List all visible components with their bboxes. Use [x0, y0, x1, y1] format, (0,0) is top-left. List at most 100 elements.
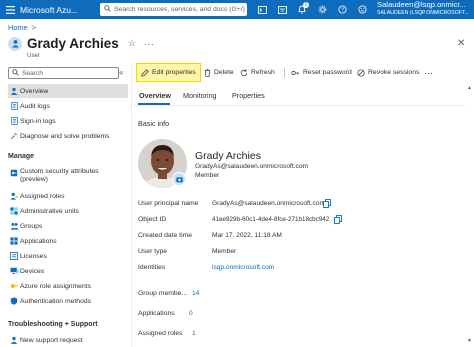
- pin-icon[interactable]: ☆: [128, 38, 136, 49]
- support-person-icon: [8, 335, 20, 345]
- shield-icon: [8, 296, 20, 306]
- breadcrumb-separator: >: [31, 23, 37, 32]
- global-search-input[interactable]: Search resources, services, and docs (G+…: [100, 3, 247, 16]
- toolbar-separator: [284, 68, 285, 78]
- nav-item-label: Audit logs: [20, 102, 50, 110]
- nav-item-groups[interactable]: Groups: [8, 219, 128, 233]
- tab-overview[interactable]: Overview: [139, 91, 171, 100]
- nav-item-custom-security-attributes[interactable]: Custom security attributes (preview): [8, 166, 128, 186]
- nav-item-applications[interactable]: Applications: [8, 234, 128, 248]
- top-bar: Microsoft Azu... Search resources, servi…: [0, 0, 474, 19]
- user-icon: [8, 36, 22, 51]
- breadcrumb: Home >: [8, 23, 36, 32]
- nav-item-licenses[interactable]: Licenses: [8, 249, 128, 263]
- audit-log-icon: [8, 101, 20, 111]
- settings-gear-icon[interactable]: [312, 0, 332, 19]
- feedback-icon[interactable]: [352, 0, 372, 19]
- license-icon: [8, 251, 20, 261]
- more-commands-icon[interactable]: ···: [424, 64, 433, 81]
- tab-properties[interactable]: Properties: [232, 91, 265, 100]
- nav-item-administrative-units[interactable]: Administrative units: [8, 204, 128, 218]
- change-photo-icon[interactable]: [172, 172, 186, 186]
- nav-section-troubleshooting: Troubleshooting + Support: [8, 321, 98, 328]
- close-icon[interactable]: ✕: [457, 38, 465, 49]
- scroll-down-icon[interactable]: ▼: [467, 338, 472, 344]
- notification-count-badge: 1: [303, 2, 309, 8]
- tab-monitoring[interactable]: Monitoring: [183, 91, 217, 100]
- nav-item-label: Azure role assignments: [20, 282, 92, 290]
- nav-item-label: Overview: [20, 87, 49, 95]
- group-memberships-label: Group membe...: [138, 290, 188, 297]
- breadcrumb-home-link[interactable]: Home: [8, 23, 28, 32]
- identities-link[interactable]: lsqp.onmicrosoft.com: [212, 264, 274, 271]
- groups-icon: [8, 221, 20, 231]
- reset-password-button[interactable]: Reset password: [291, 64, 352, 81]
- nav-item-label: Devices: [20, 267, 45, 275]
- user-type-value: Member: [212, 248, 237, 255]
- help-icon[interactable]: ?: [332, 0, 352, 19]
- nav-item-label: Administrative units: [20, 207, 79, 215]
- key-icon: [8, 168, 20, 178]
- global-search-placeholder: Search resources, services, and docs (G+…: [114, 6, 245, 13]
- nav-item-label: Authentication methods: [20, 297, 92, 305]
- vertical-scrollbar[interactable]: [466, 84, 473, 347]
- notifications-icon[interactable]: 1: [292, 0, 312, 19]
- basic-info-heading: Basic info: [138, 119, 170, 128]
- revoke-sessions-button[interactable]: Revoke sessions: [357, 64, 419, 81]
- nav-item-label: Applications: [20, 237, 57, 245]
- profile-name: Grady Archies: [195, 150, 261, 162]
- collapse-menu-icon[interactable]: «: [119, 68, 123, 77]
- admin-units-icon: [8, 206, 20, 216]
- portal-menu-icon[interactable]: [0, 0, 20, 19]
- nav-item-authentication-methods[interactable]: Authentication methods: [8, 294, 128, 308]
- refresh-button[interactable]: Refresh: [240, 64, 275, 81]
- tabs-divider: [133, 105, 465, 106]
- group-memberships-count[interactable]: 14: [192, 290, 199, 297]
- nav-item-assigned-roles[interactable]: Assigned roles: [8, 189, 128, 203]
- nav-item-devices[interactable]: Devices: [8, 264, 128, 278]
- scroll-up-icon[interactable]: ▲: [467, 85, 472, 91]
- nav-item-diagnose[interactable]: Diagnose and solve problems: [8, 129, 128, 143]
- user-type-label: User type: [138, 248, 168, 255]
- nav-item-audit-logs[interactable]: Audit logs: [8, 99, 128, 113]
- nav-item-label: Groups: [20, 222, 43, 230]
- devices-icon: [8, 266, 20, 276]
- edit-properties-label: Edit properties: [152, 69, 196, 76]
- copy-upn-icon[interactable]: [323, 199, 331, 208]
- assigned-roles-count[interactable]: 1: [192, 330, 196, 337]
- nav-item-new-support-request[interactable]: New support request: [8, 333, 128, 347]
- page-subtitle: User: [27, 52, 41, 59]
- cloud-shell-icon[interactable]: [252, 0, 272, 19]
- nav-item-sign-in-logs[interactable]: Sign-in logs: [8, 114, 128, 128]
- nav-item-label: Custom security attributes: [20, 168, 99, 175]
- nav-item-azure-role-assignments[interactable]: Azure role assignments: [8, 279, 128, 293]
- command-bar: Edit properties Delete Refresh Reset pas…: [133, 63, 474, 82]
- portal-brand[interactable]: Microsoft Azu...: [20, 5, 100, 15]
- created-date-value: Mar 17, 2022, 11:18 AM: [212, 232, 282, 239]
- applications-count[interactable]: 0: [189, 310, 193, 317]
- refresh-label: Refresh: [251, 69, 275, 76]
- nav-item-overview[interactable]: Overview: [8, 84, 128, 98]
- resource-menu: Search « Overview Audit logs Sign-in log…: [0, 64, 131, 347]
- roles-icon: [8, 191, 20, 201]
- refresh-icon: [240, 68, 248, 77]
- directory-filter-icon[interactable]: [272, 0, 292, 19]
- menu-search-placeholder: Search: [22, 69, 43, 77]
- edit-properties-button[interactable]: Edit properties: [136, 63, 201, 82]
- more-options-icon[interactable]: ···: [144, 39, 155, 49]
- nav-item-label: New support request: [20, 336, 83, 344]
- reset-password-label: Reset password: [303, 69, 352, 76]
- account-email: Salaudeen@lsqp.onmicr...: [377, 0, 466, 9]
- account-menu[interactable]: Salaudeen@lsqp.onmicr... SALAUDEEN (LSQP…: [377, 1, 474, 17]
- sign-in-log-icon: [8, 116, 20, 126]
- menu-search-input[interactable]: Search: [8, 67, 119, 79]
- nav-item-label: Assigned roles: [20, 192, 65, 200]
- delete-button[interactable]: Delete: [204, 64, 234, 81]
- copy-object-id-icon[interactable]: [334, 215, 342, 224]
- profile-email: GradyAs@salaudeen.onmicrosoft.com: [195, 163, 308, 170]
- search-icon: [12, 68, 19, 78]
- person-icon: [8, 86, 20, 96]
- nav-item-label-line2: (preview): [20, 176, 48, 183]
- page-title: Grady Archies: [27, 36, 119, 51]
- assigned-roles-label: Assigned roles: [138, 330, 183, 337]
